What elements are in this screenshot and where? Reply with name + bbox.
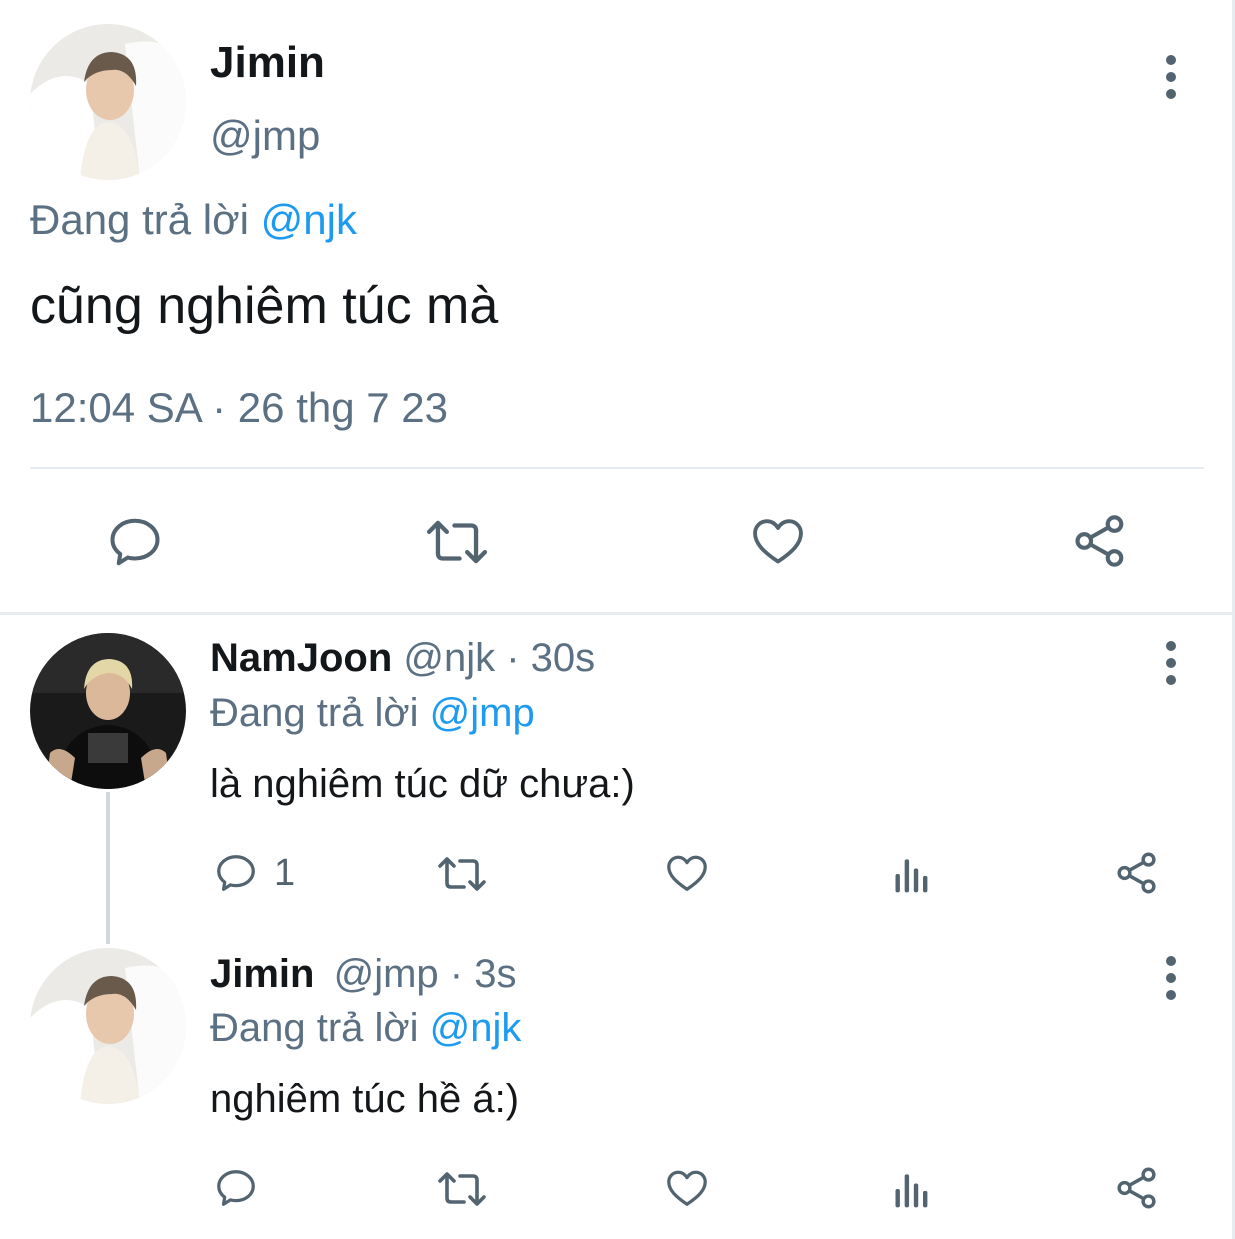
reply-icon xyxy=(217,855,255,891)
like-icon xyxy=(667,1170,707,1206)
tweet-text: cũng nghiêm túc mà xyxy=(30,277,499,335)
tweet-thread: Jimin @jmp Đang trả lời @njk cũng nghiêm… xyxy=(0,0,1235,1239)
reply-mention-link[interactable]: @jmp xyxy=(430,691,535,735)
share-button[interactable] xyxy=(1113,850,1161,896)
retweet-button[interactable] xyxy=(424,514,490,570)
replying-to: Đang trả lời @njk xyxy=(210,1006,521,1051)
reply-author-name[interactable]: NamJoon xyxy=(210,636,392,680)
reply-icon xyxy=(217,1170,255,1206)
author-handle[interactable]: @jmp xyxy=(210,112,320,160)
reply-count: 1 xyxy=(274,851,296,894)
retweet-icon xyxy=(426,520,488,564)
like-icon xyxy=(753,519,803,564)
more-options-icon[interactable] xyxy=(1163,641,1179,685)
reply-mention-link[interactable]: @njk xyxy=(430,1006,522,1050)
avatar-namjoon[interactable] xyxy=(30,633,186,789)
author-name[interactable]: Jimin xyxy=(210,38,325,88)
reply-header: Jimin @jmp · 3s xyxy=(210,952,516,997)
retweet-icon xyxy=(438,1172,486,1206)
replying-to-label: Đang trả lời xyxy=(210,1006,430,1050)
thread-connector xyxy=(106,792,110,944)
reply-button[interactable]: 1 xyxy=(212,850,295,896)
retweet-icon xyxy=(438,857,486,891)
like-button[interactable] xyxy=(663,1165,711,1211)
share-button[interactable] xyxy=(1070,512,1130,570)
analytics-button[interactable] xyxy=(890,852,934,896)
share-icon xyxy=(1117,852,1156,894)
reply-mention-link[interactable]: @njk xyxy=(261,196,357,243)
analytics-button[interactable] xyxy=(890,1167,934,1211)
divider xyxy=(30,467,1204,469)
replying-to: Đang trả lời @jmp xyxy=(210,691,535,736)
analytics-icon xyxy=(895,859,928,893)
reply-author-handle[interactable]: @njk · 30s xyxy=(403,636,595,680)
reply-header: NamJoon @njk · 30s xyxy=(210,636,595,681)
retweet-button[interactable] xyxy=(436,852,488,896)
share-icon xyxy=(1117,1167,1156,1209)
reply-button[interactable] xyxy=(212,1165,260,1211)
share-icon xyxy=(1075,515,1124,567)
avatar-jimin[interactable] xyxy=(30,948,186,1104)
analytics-icon xyxy=(895,1174,928,1208)
like-button[interactable] xyxy=(663,850,711,896)
reply-button[interactable] xyxy=(104,512,166,572)
reply-text: nghiêm túc hề á:) xyxy=(210,1077,520,1121)
reply-author-name[interactable]: Jimin xyxy=(210,952,314,996)
replying-to-label: Đang trả lời xyxy=(210,691,430,735)
like-icon xyxy=(667,855,707,891)
more-options-icon[interactable] xyxy=(1163,55,1179,99)
replying-to-label: Đang trả lời xyxy=(30,196,261,243)
avatar-jimin[interactable] xyxy=(30,24,186,180)
like-button[interactable] xyxy=(748,512,808,570)
reply-author-handle[interactable]: @jmp · 3s xyxy=(334,952,517,996)
tweet-timestamp[interactable]: 12:04 SA · 26 thg 7 23 xyxy=(30,384,448,432)
share-button[interactable] xyxy=(1113,1165,1161,1211)
reply-text: là nghiêm túc dữ chưa:) xyxy=(210,762,635,806)
section-divider xyxy=(0,612,1235,615)
more-options-icon[interactable] xyxy=(1163,956,1179,1000)
retweet-button[interactable] xyxy=(436,1167,488,1211)
replying-to: Đang trả lời @njk xyxy=(30,196,357,244)
reply-icon xyxy=(110,518,160,566)
